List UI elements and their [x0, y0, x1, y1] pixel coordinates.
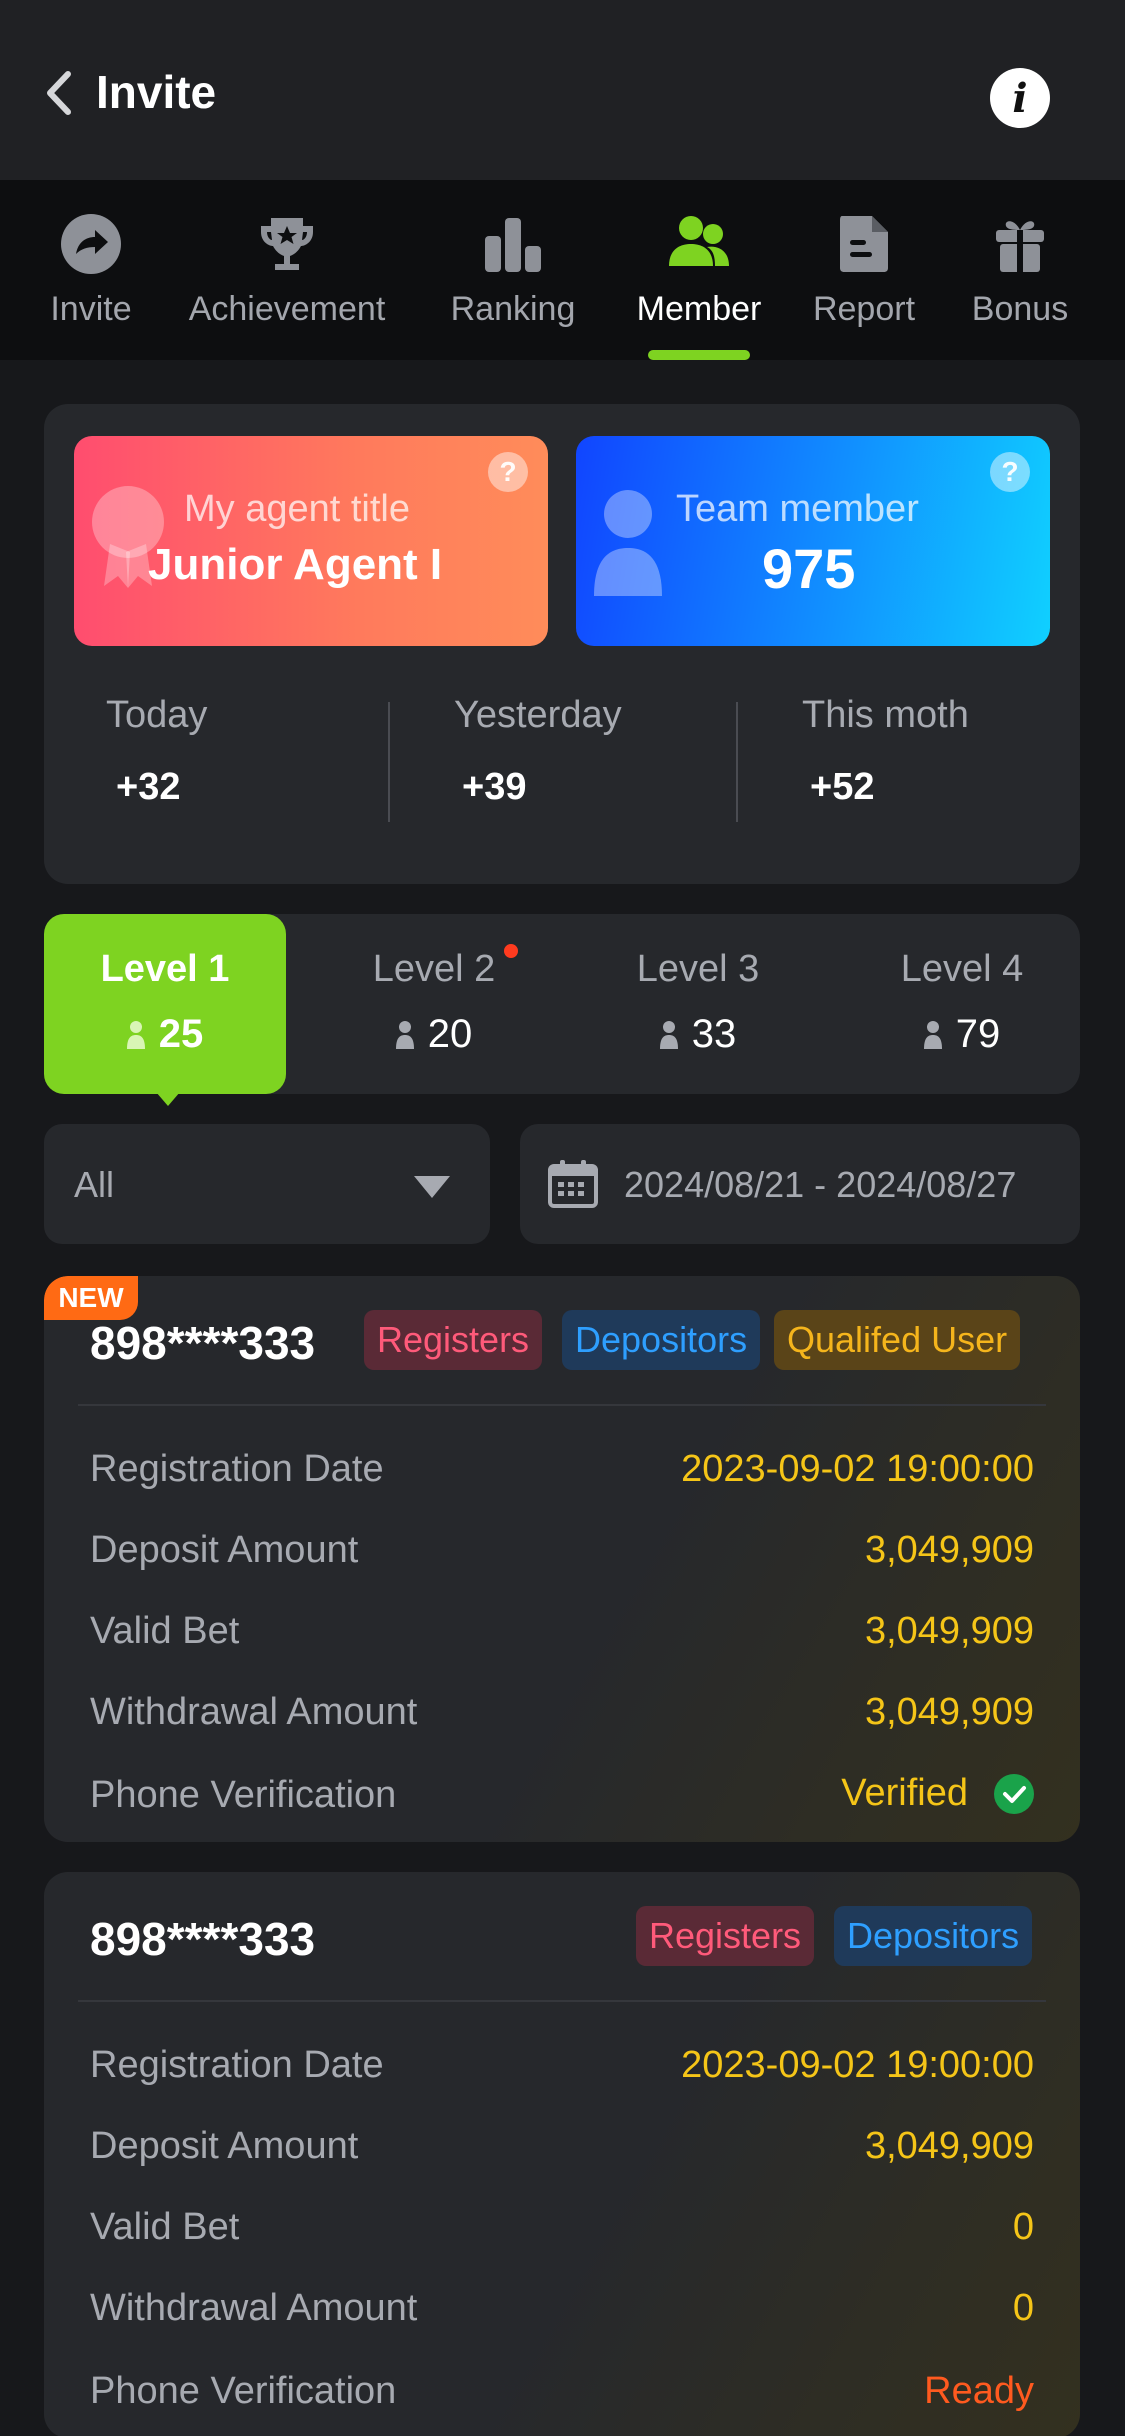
stat-divider [736, 702, 738, 822]
divider [78, 1404, 1046, 1406]
valid-bet-value: 3,049,909 [864, 1610, 1034, 1652]
tag-registers: Registers [364, 1310, 543, 1370]
valid-bet-label: Valid Bet [90, 1610, 240, 1652]
tab-achievement[interactable]: Achievement [176, 180, 398, 360]
stat-label: Today [106, 694, 208, 736]
top-bar: Invite i [0, 0, 1125, 180]
deposit-amount-label: Deposit Amount [90, 1529, 359, 1571]
notification-dot [504, 944, 518, 958]
tab-bar: Invite Achievement Ranking Member Report… [0, 180, 1125, 360]
back-chevron-icon[interactable] [40, 68, 80, 118]
level-selector: Level 1 25 Level 2 20 Level 3 33 Level 4… [44, 914, 1082, 1106]
level-pointer [156, 1092, 180, 1106]
stat-divider [388, 702, 390, 822]
level-tab-4[interactable]: Level 4 79 [842, 914, 1082, 1094]
stat-label: This moth [802, 694, 969, 736]
calendar-icon [548, 1160, 598, 1208]
status-filter-dropdown[interactable]: All [44, 1124, 490, 1244]
stat-yesterday: Yesterday +39 [394, 694, 734, 834]
agent-title-label: My agent title [184, 488, 410, 530]
level-count: 25 [158, 1012, 204, 1056]
tag-depositors: Depositors [834, 1906, 1033, 1966]
person-icon [126, 1021, 145, 1049]
level-count: 20 [427, 1012, 473, 1056]
tab-bonus[interactable]: Bonus [962, 180, 1078, 360]
phone-verification-label: Phone Verification [90, 2370, 397, 2412]
registration-date-value: 2023-09-02 19:00:00 [681, 2044, 1034, 2086]
registration-date-value: 2023-09-02 19:00:00 [681, 1448, 1034, 1490]
tag-qualified-user: Qualifed User [774, 1310, 1021, 1370]
valid-bet-value: 0 [1012, 2206, 1034, 2248]
tab-ranking[interactable]: Ranking [440, 180, 586, 360]
member-id: 898****333 [90, 1317, 316, 1369]
person-icon [395, 1021, 414, 1049]
withdrawal-amount-label: Withdrawal Amount [90, 2287, 418, 2329]
team-help-icon[interactable]: ? [990, 452, 1030, 492]
withdrawal-amount-value: 3,049,909 [864, 1691, 1034, 1733]
status-filter-value: All [74, 1164, 115, 1205]
phone-verification-value: Ready [924, 2370, 1034, 2412]
agent-help-icon[interactable]: ? [488, 452, 528, 492]
level-tab-2[interactable]: Level 2 20 [314, 914, 554, 1094]
caret-down-icon [414, 1176, 450, 1198]
phone-verification-label: Phone Verification [90, 1774, 397, 1816]
bar-chart-icon [485, 218, 541, 272]
stat-this-month: This moth +52 [742, 694, 1082, 834]
trophy-icon [261, 218, 313, 270]
deposit-amount-value: 3,049,909 [864, 1529, 1034, 1571]
stat-value: +39 [462, 766, 527, 808]
phone-verification-value: Verified [841, 1772, 968, 1814]
registration-date-label: Registration Date [90, 1448, 384, 1490]
person-icon [923, 1021, 942, 1049]
date-range-value: 2024/08/21 - 2024/08/27 [624, 1164, 1017, 1205]
document-icon [840, 216, 888, 272]
withdrawal-amount-value: 0 [1012, 2287, 1034, 2329]
phone-verification-status: Verified [841, 1772, 1034, 1815]
page-title: Invite [96, 66, 217, 118]
agent-title-card: My agent title Junior Agent I ? [74, 436, 548, 646]
person-icon [659, 1021, 678, 1049]
team-member-label: Team member [676, 488, 919, 530]
stat-value: +32 [116, 766, 181, 808]
deposit-amount-value: 3,049,909 [864, 2125, 1034, 2167]
share-arrow-icon [61, 214, 121, 274]
tag-depositors: Depositors [562, 1310, 761, 1370]
divider [78, 2000, 1046, 2002]
withdrawal-amount-label: Withdrawal Amount [90, 1691, 418, 1733]
check-circle-icon [994, 1773, 1034, 1814]
tab-invite[interactable]: Invite [30, 180, 152, 360]
stat-today: Today +32 [44, 694, 384, 834]
new-badge: NEW [44, 1276, 138, 1320]
group-icon [669, 216, 729, 266]
registration-date-label: Registration Date [90, 2044, 384, 2086]
member-card[interactable]: 898****333 Registers Depositors Registra… [44, 1872, 1080, 2436]
stat-value: +52 [810, 766, 875, 808]
person-icon [594, 490, 662, 596]
tag-registers: Registers [636, 1906, 815, 1966]
agent-summary-card: My agent title Junior Agent I ? Team mem… [44, 404, 1080, 884]
active-tab-indicator [648, 350, 750, 360]
agent-title-value: Junior Agent I [148, 540, 443, 589]
member-id: 898****333 [90, 1913, 316, 1965]
level-tab-1[interactable]: Level 1 25 [44, 914, 286, 1106]
deposit-amount-label: Deposit Amount [90, 2125, 359, 2167]
valid-bet-label: Valid Bet [90, 2206, 240, 2248]
tab-report[interactable]: Report [806, 180, 922, 360]
level-count: 79 [955, 1012, 1001, 1056]
gift-icon [996, 221, 1044, 272]
level-count: 33 [691, 1012, 737, 1056]
level-tab-3[interactable]: Level 3 33 [578, 914, 818, 1094]
member-card[interactable]: NEW 898****333 Registers Depositors Qual… [44, 1276, 1080, 1842]
stat-label: Yesterday [454, 694, 622, 736]
team-member-count: 975 [762, 537, 856, 600]
date-range-picker[interactable]: 2024/08/21 - 2024/08/27 [520, 1124, 1080, 1244]
team-member-card: Team member 975 ? [576, 436, 1050, 646]
tab-member[interactable]: Member [624, 180, 774, 360]
info-icon[interactable]: i [990, 68, 1050, 128]
